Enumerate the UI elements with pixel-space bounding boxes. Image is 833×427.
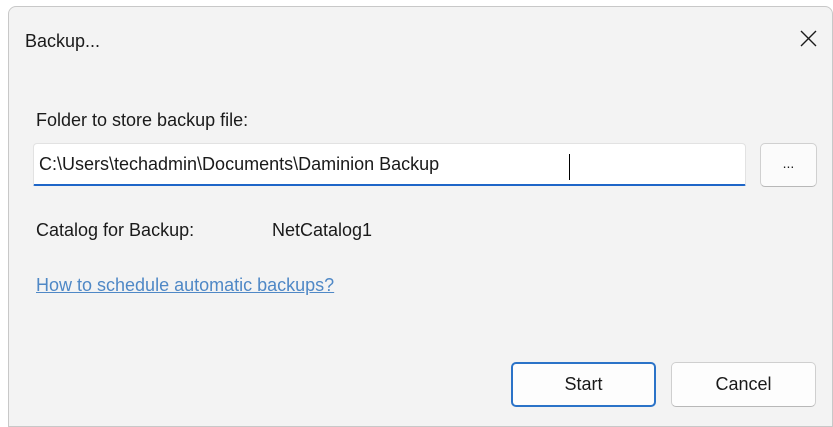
title-bar: Backup... [9,7,832,69]
backup-dialog: Backup... Folder to store backup file: .… [8,6,833,427]
text-caret [569,154,570,180]
close-button[interactable] [784,7,832,69]
folder-label: Folder to store backup file: [36,110,249,130]
backup-folder-input[interactable] [33,143,746,186]
close-icon [800,30,816,46]
schedule-backups-link[interactable]: How to schedule automatic backups? [36,275,334,296]
catalog-value: NetCatalog1 [272,220,373,240]
cancel-button[interactable]: Cancel [671,362,816,407]
start-button[interactable]: Start [511,362,656,407]
dialog-title: Backup... [25,31,101,51]
browse-button[interactable]: ... [760,143,817,187]
catalog-label: Catalog for Backup: [36,220,195,240]
